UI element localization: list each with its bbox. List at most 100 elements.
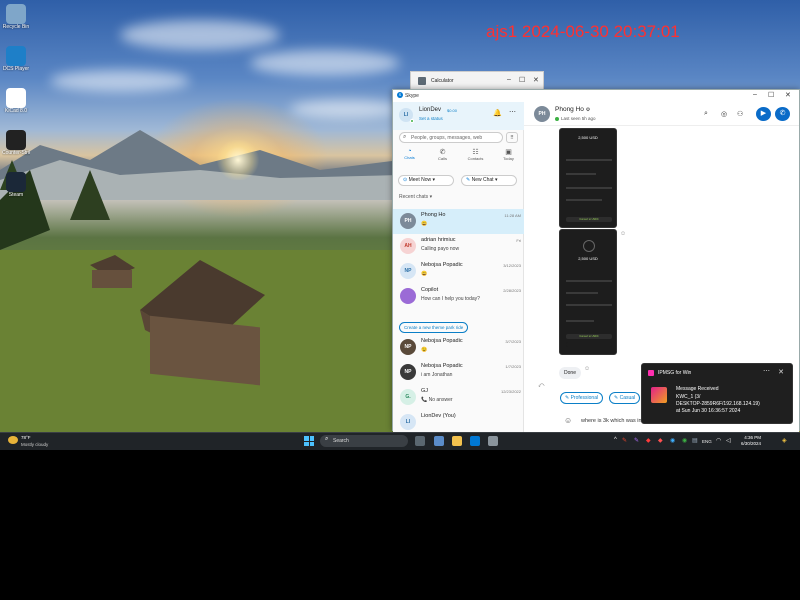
chat-name: Copilot <box>421 287 439 293</box>
minimize-button[interactable]: – <box>753 91 757 98</box>
more-options-icon[interactable]: ⋯ <box>509 108 516 116</box>
skype-titlebar[interactable]: S Skype – ☐ ✕ <box>393 90 799 102</box>
minimize-button[interactable]: – <box>507 76 511 83</box>
system-clock[interactable]: 4:36 PM 6/30/2024 <box>741 435 761 447</box>
react-emoji-icon[interactable]: ☺ <box>584 366 590 372</box>
contact-avatar[interactable]: PH <box>534 106 550 122</box>
chat-icon: ◔ <box>407 148 412 155</box>
close-button[interactable]: ✕ <box>785 91 791 99</box>
create-theme-ride-button[interactable]: Create a new theme park ride <box>399 322 469 333</box>
chat-list-item[interactable]: NP Nebojsa Popadic 😀 3/12/2023 <box>393 259 524 284</box>
weather-icon <box>8 436 18 444</box>
tray-app-icon[interactable]: ▤ <box>692 437 698 444</box>
today-icon: ▣ <box>505 149 512 156</box>
tab-label: Today <box>503 156 514 161</box>
tray-app-icon[interactable]: ◆ <box>646 437 651 444</box>
start-button[interactable] <box>304 436 314 446</box>
dialpad-icon[interactable]: ⠿ <box>506 132 518 143</box>
close-button[interactable]: ✕ <box>533 76 539 84</box>
tray-app-icon[interactable]: ◉ <box>670 437 675 444</box>
tab-today[interactable]: ▣ Today <box>492 148 525 161</box>
meet-now-button[interactable]: ⊙ Meet Now ▾ <box>398 175 454 186</box>
close-icon[interactable]: ✕ <box>778 368 784 376</box>
tray-app-icon[interactable]: ✎ <box>634 437 639 444</box>
chat-name: LionDev (You) <box>421 413 456 419</box>
shared-screenshot-image[interactable]: 2,500 USD Convert to USDC <box>559 128 617 228</box>
maximize-button[interactable]: ☐ <box>768 91 774 99</box>
search-icon: ⌕ <box>325 436 329 442</box>
chat-list-item[interactable]: NP Nebojsa Popadic i am Jonathan 1/7/2023 <box>393 360 524 385</box>
chat-preview: i am Jonathan <box>421 372 453 378</box>
chat-list-item[interactable]: Copilot How can I help you today? 2/28/202… <box>393 284 524 309</box>
screenshot-amount: 2,500 USD <box>578 256 598 261</box>
ipmsg-app-icon <box>648 370 654 376</box>
calculator-window[interactable]: Calculator – ☐ ✕ <box>410 71 544 91</box>
presence-dot <box>555 117 559 121</box>
search-input[interactable]: ⌕ People, groups, messages, web <box>399 132 503 143</box>
desktop-shortcut[interactable]: Recycle Bin <box>2 4 30 30</box>
notification-app-name: IPMSG for Win <box>658 370 692 376</box>
more-options-icon[interactable]: ⋯ <box>763 367 770 375</box>
screenshot-amount: 2,500 USD <box>578 135 598 140</box>
tab-calls[interactable]: ✆ Calls <box>426 148 459 161</box>
set-status-link[interactable]: Set a status <box>419 116 443 121</box>
language-indicator[interactable]: ENG <box>702 439 712 444</box>
recent-chats-heading[interactable]: Recent chats ▾ <box>399 194 432 200</box>
chat-name: Nebojsa Popadic <box>421 338 463 344</box>
tab-chats[interactable]: ◔ Chats <box>393 148 426 160</box>
emoji-picker-icon[interactable]: ☺ <box>564 416 572 425</box>
volume-icon[interactable]: ◁ <box>726 437 731 444</box>
message-compose-input[interactable]: where is 3k which was in <box>581 418 642 424</box>
show-hidden-icons[interactable]: ^ <box>614 437 617 443</box>
wifi-icon[interactable]: ◠ <box>716 437 721 444</box>
chat-avatar: PH <box>400 213 416 229</box>
desktop-shortcut[interactable]: KiCad 8.0 <box>2 88 30 114</box>
chat-list-item[interactable]: PH Phong Ho 😀 11:28 AM <box>393 209 524 234</box>
desktop-shortcut[interactable]: Steam <box>2 172 30 198</box>
tab-contacts[interactable]: ☷ Contacts <box>459 148 492 161</box>
calculator-title: Calculator <box>431 78 454 84</box>
media-player-icon <box>6 46 26 66</box>
shared-screenshot-image[interactable]: 2,500 USD Convert to USDC <box>559 229 617 355</box>
scroll-hint-icon: ⤺ <box>538 383 545 389</box>
taskbar-search[interactable]: ⌕ Search <box>320 435 408 447</box>
file-explorer-icon[interactable] <box>452 436 462 446</box>
skype-taskbar-icon[interactable] <box>470 436 480 446</box>
desktop-shortcut[interactable]: Counter-Strike 2 <box>2 130 30 156</box>
steam-icon <box>6 172 26 192</box>
suggestion-chip[interactable]: ✎ Casual <box>609 392 641 404</box>
skype-credit-balance[interactable]: $0.00 <box>447 108 457 113</box>
calculator-taskbar-icon[interactable] <box>488 436 498 446</box>
notification-line: KWC_1 (3/ <box>676 394 701 400</box>
chat-list-item[interactable]: AH adrian hrimiuc Calling payo now Fri <box>393 234 524 259</box>
chat-list-item[interactable]: NP Nebojsa Popadic 😉 3/7/2023 <box>393 335 524 360</box>
add-people-icon[interactable]: ⚇ <box>737 110 743 118</box>
taskbar: 78°F Mostly cloudy ⌕ Search ^ ✎ ✎ ◆ ◆ ◉ … <box>0 432 800 450</box>
ipmsg-notification[interactable]: IPMSG for Win ⋯ ✕ Message Received KWC_1… <box>641 363 793 424</box>
chat-list-item[interactable]: G. GJ 📞 No answer 12/23/2022 <box>393 385 524 410</box>
notifications-bell-icon[interactable]: 🔔 <box>493 109 502 117</box>
suggestion-chip[interactable]: ✎ Professional <box>560 392 604 404</box>
profile-header[interactable]: LI LionDev $0.00 Set a status 🔔 ⋯ <box>393 102 524 130</box>
tray-app-icon[interactable]: ◆ <box>658 437 663 444</box>
new-chat-button[interactable]: ✎ New Chat ▾ <box>461 175 517 186</box>
search-placeholder: People, groups, messages, web <box>411 135 483 141</box>
search-icon[interactable]: ⌕ <box>704 110 708 118</box>
chat-time: 11:28 AM <box>504 213 521 218</box>
video-call-button[interactable]: ▶ <box>756 107 771 121</box>
maximize-button[interactable]: ☐ <box>519 76 525 84</box>
widgets-icon[interactable] <box>434 436 444 446</box>
task-view-icon[interactable] <box>415 436 425 446</box>
notification-line: DESKTOP-2859R6F/192.168.124.19) <box>676 401 760 407</box>
tray-app-icon[interactable]: ◉ <box>682 437 687 444</box>
gallery-icon[interactable]: ◎ <box>721 110 727 118</box>
tray-app-icon[interactable]: ✎ <box>622 437 627 444</box>
audio-call-button[interactable]: ✆ <box>775 107 790 121</box>
kicad-icon <box>6 88 26 108</box>
skype-logo-icon: S <box>397 92 403 98</box>
react-emoji-icon[interactable]: ☺ <box>620 231 626 237</box>
copilot-icon[interactable]: ◈ <box>782 437 787 444</box>
contact-name[interactable]: Phong Ho ⚙ <box>555 106 590 113</box>
weather-temp: 78°F <box>21 435 31 440</box>
desktop-shortcut[interactable]: DCS Player <box>2 46 30 72</box>
